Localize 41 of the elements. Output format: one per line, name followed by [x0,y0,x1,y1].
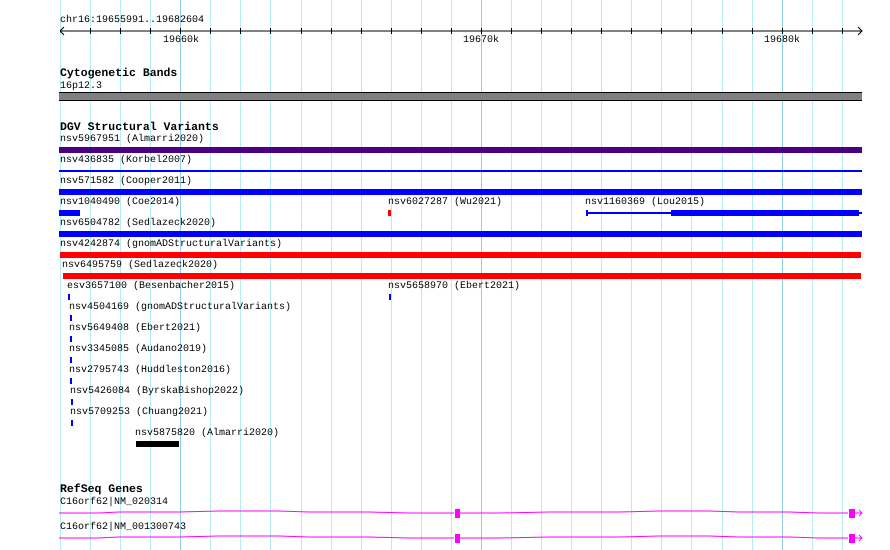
gene-model[interactable] [59,531,865,543]
location-label: chr16:19655991..19682604 [60,15,204,26]
variant-bar[interactable] [60,252,861,258]
tick-label: 19660k [163,35,200,46]
variant-bar[interactable] [59,231,862,237]
variant-bar[interactable] [136,441,179,447]
variant-label: nsv571582 (Cooper2011) [60,176,192,187]
tick-label: 19670k [463,35,500,46]
variant-bar[interactable] [59,147,862,153]
variant-label: nsv5426084 (ByrskaBishop2022) [70,386,244,397]
variant-label: nsv2795743 (Huddleston2016) [69,365,232,376]
variant-label: nsv5875820 (Almarri2020) [135,428,280,439]
variant-label: nsv436835 (Korbel2007) [60,155,192,166]
variant-label: nsv6504782 (Sedlazeck2020) [60,218,216,229]
variant-label: nsv6495759 (Sedlazeck2020) [62,260,218,271]
variant-label: nsv1040490 (Coe2014) [60,197,180,208]
gene-model[interactable] [59,506,865,518]
variant-label: nsv1160369 (Lou2015) [585,197,706,208]
band-bar[interactable] [59,92,862,101]
gene-label: C16orf62|NM_020314 [60,497,168,508]
variant-span[interactable] [586,210,862,216]
band-label: 16p12.3 [60,81,102,92]
track-title: RefSeq Genes [60,484,143,495]
variant-label: nsv5649408 (Ebert2021) [69,323,202,334]
variant-label: esv3657100 (Besenbacher2015) [67,281,236,292]
variant-bar[interactable] [63,273,861,279]
track-title: DGV Structural Variants [60,122,219,133]
variant-bar[interactable] [59,189,862,195]
variant-label: nsv4504169 (gnomADStructuralVariants) [69,302,292,313]
tick-label: 19680k [764,35,800,46]
variant-label: nsv5658970 (Ebert2021) [388,281,520,292]
variant-label: nsv5709253 (Chuang2021) [70,407,208,418]
variant-label: nsv3345085 (Audano2019) [69,344,208,355]
gene-label: C16orf62|NM_001300743 [60,522,186,533]
variant-label: nsv6027287 (Wu2021) [388,197,502,208]
variant-label: nsv5967951 (Almarri2020) [60,134,204,145]
variant-label: nsv4242874 (gnomADStructuralVariants) [60,239,282,250]
variant-bar[interactable] [388,210,391,216]
variant-bar[interactable] [59,210,80,216]
track-title: Cytogenetic Bands [60,68,178,79]
variant-line[interactable] [59,170,862,172]
